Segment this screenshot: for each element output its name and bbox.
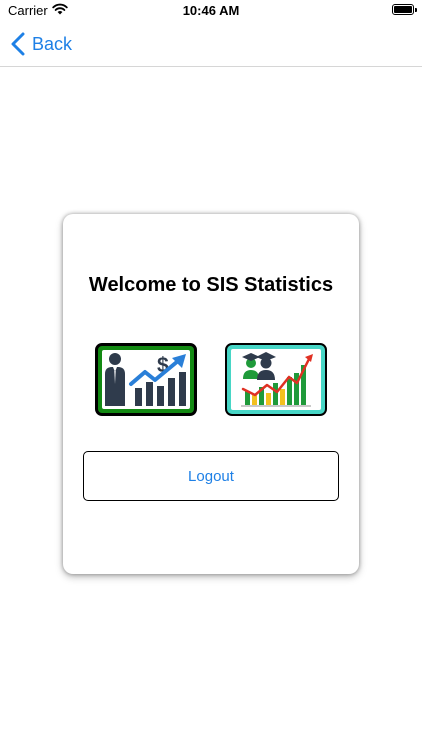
status-bar: Carrier 10:46 AM — [0, 0, 422, 22]
battery-icon — [392, 4, 417, 15]
students-tile-inner — [231, 349, 321, 410]
card-title: Welcome to SIS Statistics — [88, 274, 334, 296]
logout-label: Logout — [188, 467, 234, 485]
welcome-card: Welcome to SIS Statistics $ Logout — [63, 214, 359, 574]
back-button[interactable]: Back — [10, 30, 72, 58]
navigation-bar: Back — [0, 22, 422, 67]
chevron-left-icon — [11, 32, 25, 56]
finance-statistics-icon: $ — [105, 353, 186, 406]
student-statistics-icon — [241, 352, 313, 407]
finance-tile-inner: $ — [102, 350, 190, 409]
student-statistics-tile[interactable] — [225, 343, 327, 416]
logout-button[interactable]: Logout — [83, 451, 339, 501]
status-time: 10:46 AM — [182, 3, 240, 18]
finance-statistics-tile[interactable]: $ — [95, 343, 197, 416]
back-label: Back — [32, 33, 73, 54]
